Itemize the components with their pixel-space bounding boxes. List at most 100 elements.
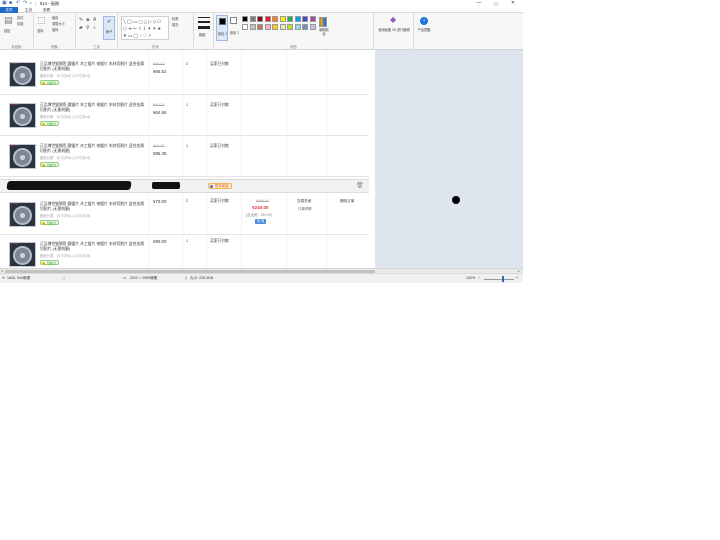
unit-price: ¥65.52 [153,69,167,74]
palette-swatch[interactable] [249,16,256,22]
outline-button[interactable]: 轮廓 [172,17,178,21]
contact-seller-button[interactable]: 联系卖家 [208,183,232,189]
eraser-icon[interactable]: ▰ [79,26,83,31]
cut-button[interactable]: 剪切 [17,16,23,20]
shapes-gallery[interactable]: ╲◯▭▢△▷◇⬠ ⬡➔⇦⇧⇩✦✶★ ✷▭◯◌♡⚡ [121,16,169,40]
shape-row-2-icon: ⬡➔⇦⇧⇩✦✶★ [123,26,163,31]
rotate-button[interactable]: 旋转 [52,28,58,32]
palette-swatch[interactable] [302,16,308,22]
palette-swatch[interactable] [309,23,316,30]
edit-colors-button[interactable]: 编辑颜色 [318,28,330,36]
paint3d-icon[interactable]: ◆ [390,16,396,24]
maximize-button[interactable]: ☐ [489,0,503,7]
magnifier-icon[interactable]: ⌕ [93,26,96,31]
window-title: 514 - 画图 [40,1,60,6]
customize-quick-access-icon[interactable]: ▾ [30,1,32,6]
palette-swatch[interactable] [302,23,308,30]
product-name[interactable]: 正品博世锯钢签 圆锯片 木工锯片 电锯片 木材切割片 适合金属切割片 (无需刻磨… [40,144,144,154]
file-size-icon: ▯ [185,276,187,280]
saw-blade-image [13,246,32,265]
crop-button[interactable]: 裁剪 [52,16,58,20]
product-thumbnail[interactable]: BOSCH [9,202,36,227]
palette-swatch[interactable] [257,16,263,22]
palette-swatch[interactable] [279,23,286,30]
palette-swatch[interactable] [279,16,286,22]
palette-swatch[interactable] [249,23,256,30]
product-name[interactable]: 正品博世锯钢签 圆锯片 木工锯片 电锯片 木材切割片 适合金属切割片 (无需刻磨… [40,62,144,72]
canvas[interactable]: BOSCH 正品博世锯钢签 圆锯片 木工锯片 电锯片 木材切割片 适合金属切割片… [0,50,375,268]
fill-button[interactable]: 填充 [172,23,178,27]
group-shapes: ╲◯▭▢△▷◇⬠ ⬡➔⇦⇧⇩✦✶★ ✷▭◯◌♡⚡ 轮廓 填充 形状 [118,13,194,50]
row-divider [0,135,369,136]
select-button[interactable]: 选择 [37,29,43,33]
product-name[interactable]: 正品博世锯钢签 圆锯片 木工锯片 电锯片 木材切割片 适合金属切割片 (无需刻磨… [40,242,144,252]
zoom-slider-knob[interactable] [502,276,504,282]
resize-button[interactable]: 调整大小 [52,22,65,26]
payment-tag[interactable]: 查 看 [255,219,267,224]
palette-swatch[interactable] [264,23,271,30]
size-button[interactable]: 粗细 [199,33,205,37]
zoom-slider[interactable] [484,279,514,280]
brush-icon: ✐ [107,19,112,25]
color1-swatch [219,18,226,25]
file-size: 大小: 225.4KB [190,276,213,280]
palette-swatch[interactable] [294,23,301,30]
delete-order-link[interactable]: 删除订单 [340,199,354,204]
product-thumbnail[interactable]: BOSCH [9,144,36,169]
promo-badge: 包邮卡 [40,260,60,265]
copy-button[interactable]: 复制 [17,22,23,26]
palette-swatch[interactable] [294,16,301,22]
order-item-row: BOSCH 正品博世锯钢签 圆锯片 木工锯片 电锯片 木材切割片 适合金属切割片… [0,55,369,95]
info-icon[interactable]: i [420,17,428,25]
palette-swatch[interactable] [272,23,278,30]
item-status: 买家已付款 [210,62,229,66]
palette-swatch[interactable] [264,16,271,22]
product-thumbnail[interactable]: BOSCH [9,242,36,267]
palette-swatch[interactable] [242,16,248,22]
order-item-row: BOSCH 正品博世锯钢签 圆锯片 木工锯片 电锯片 木材切割片 适合金属切割片… [0,235,369,268]
redacted-order-info [6,181,132,190]
product-spec: 颜色分类：10寸(254) | 2.0寸(50.8) [40,115,91,119]
palette-swatch[interactable] [257,23,263,30]
product-name[interactable]: 正品博世锯钢签 圆锯片 木工锯片 电锯片 木材切割片 适合金属切割片 (无需刻磨… [40,103,144,113]
shipping-fee: (含运费：¥10.00) [246,213,273,217]
edit-colors-icon[interactable] [319,17,327,27]
color2-label[interactable]: 颜色 2 [230,31,239,35]
palette-swatch[interactable] [287,16,293,22]
pencil-icon[interactable]: ✎ [79,18,83,23]
trash-icon[interactable]: 🗑 [356,183,364,189]
undo-icon[interactable]: ↶ [16,1,20,6]
brushes-button[interactable]: ✐ 刷子 [103,16,115,40]
paint3d-button[interactable]: 使用画图 3D 进行编辑 [376,28,412,33]
zoom-in-icon[interactable]: + [516,276,518,281]
zoom-out-icon[interactable]: − [478,276,480,281]
original-price: ¥65.00 [153,62,165,66]
save-icon[interactable]: ■ [9,1,12,6]
product-name[interactable]: 正品博世锯钢签 圆锯片 木工锯片 电锯片 木材切割片 适合金属切割片 (无需刻磨… [40,202,144,212]
redo-icon[interactable]: ↷ [23,1,27,6]
quantity: 1 [186,144,189,148]
text-icon[interactable]: A [93,18,96,23]
color2-swatch[interactable] [230,17,237,24]
color1-button[interactable]: 颜色 1 [216,15,228,41]
order-item-row: BOSCH 正品博世锯钢签 圆锯片 木工锯片 电锯片 木材切割片 适合金属切割片… [0,137,369,177]
brand-logo: BOSCH [11,243,20,245]
fill-bucket-icon[interactable]: ◈ [86,18,90,23]
palette-swatch[interactable] [309,16,316,22]
palette-swatch[interactable] [272,16,278,22]
product-alert-button[interactable]: 产品提醒 [417,28,431,33]
minimize-button[interactable]: — [472,0,486,7]
palette-swatch[interactable] [287,23,293,30]
select-icon[interactable]: ⬚ [37,16,46,25]
product-thumbnail[interactable]: BOSCH [9,103,36,128]
palette-swatch[interactable] [242,23,248,30]
close-button[interactable]: ✕ [506,0,520,7]
title-bar: ▣ ■ ↶ ↷ ▾ | 514 - 画图 — ☐ ✕ [0,0,523,7]
paste-button[interactable]: 粘贴 [4,29,10,33]
order-details-link[interactable]: 订单详情 [298,206,312,211]
color1-label: 颜色 1 [218,32,228,36]
paste-icon[interactable]: ▤ [4,16,13,25]
product-thumbnail[interactable]: BOSCH [9,62,36,87]
color-picker-icon[interactable]: ⚲ [86,26,90,31]
original-total: ¥598.00 [256,199,269,203]
